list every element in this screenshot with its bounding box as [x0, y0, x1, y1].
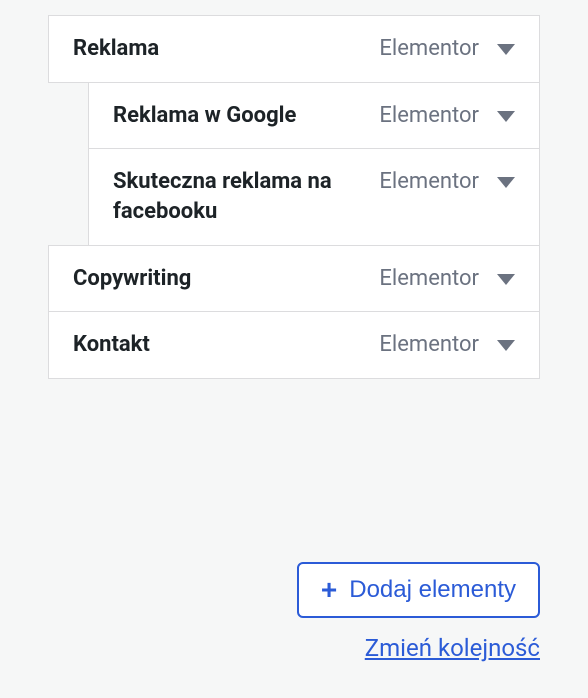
menu-item-meta: Elementor [379, 167, 515, 194]
menu-item-type: Elementor [379, 103, 479, 128]
menu-item-type: Elementor [379, 332, 479, 357]
menu-actions: + Dodaj elementy Zmień kolejność [297, 562, 540, 662]
menu-item-reklama[interactable]: ReklamaElementor [48, 15, 540, 83]
chevron-down-icon[interactable] [497, 44, 515, 55]
menu-item-copywriting[interactable]: CopywritingElementor [48, 245, 540, 313]
menu-item-skuteczna-reklama-na-facebooku[interactable]: Skuteczna reklama na facebookuElementor [88, 148, 540, 245]
menu-item-meta: Elementor [379, 101, 515, 128]
menu-item-type: Elementor [379, 266, 479, 291]
menu-item-type: Elementor [379, 169, 479, 194]
chevron-down-icon[interactable] [497, 111, 515, 122]
add-items-label: Dodaj elementy [349, 576, 516, 604]
chevron-down-icon[interactable] [497, 340, 515, 351]
menu-item-title: Copywriting [73, 264, 379, 294]
menu-item-title: Kontakt [73, 330, 379, 360]
menu-item-kontakt[interactable]: KontaktElementor [48, 311, 540, 379]
add-items-button[interactable]: + Dodaj elementy [297, 562, 540, 618]
menu-item-reklama-w-google[interactable]: Reklama w GoogleElementor [88, 82, 540, 150]
menu-item-meta: Elementor [379, 34, 515, 61]
menu-item-meta: Elementor [379, 264, 515, 291]
plus-icon: + [321, 576, 337, 604]
menu-items-list: ReklamaElementorReklama w GoogleElemento… [48, 15, 540, 379]
menu-item-title: Skuteczna reklama na facebooku [113, 167, 379, 226]
reorder-link[interactable]: Zmień kolejność [365, 634, 540, 662]
menu-item-meta: Elementor [379, 330, 515, 357]
chevron-down-icon[interactable] [497, 274, 515, 285]
chevron-down-icon[interactable] [497, 177, 515, 188]
menu-item-title: Reklama [73, 34, 379, 64]
menu-item-type: Elementor [379, 36, 479, 61]
menu-item-title: Reklama w Google [113, 101, 379, 131]
